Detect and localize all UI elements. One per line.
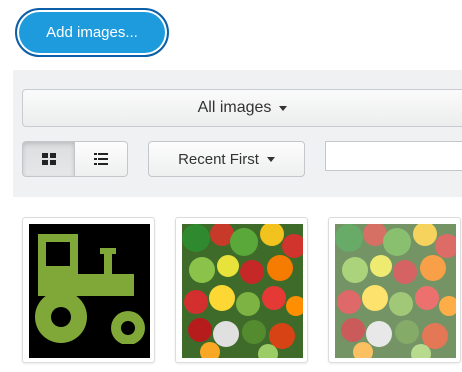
list-icon (94, 153, 108, 165)
sort-dropdown[interactable]: Recent First (148, 141, 305, 177)
image-thumbnail[interactable] (175, 217, 308, 363)
list-view-button[interactable] (75, 141, 128, 177)
view-mode-toggle (22, 141, 128, 177)
vegetables-faded-image (335, 224, 456, 358)
all-images-dropdown[interactable]: All images (22, 89, 462, 127)
search-input[interactable] (325, 141, 462, 171)
add-images-button[interactable]: Add images... (15, 8, 169, 57)
tractor-image (29, 224, 150, 358)
vegetables-image (182, 224, 303, 358)
all-images-label: All images (197, 99, 272, 116)
grid-view-button[interactable] (22, 141, 75, 177)
image-thumbnail[interactable] (22, 217, 155, 363)
chevron-down-icon (266, 156, 275, 162)
sort-label: Recent First (178, 150, 259, 168)
grid-icon (41, 153, 56, 165)
chevron-down-icon (279, 105, 288, 111)
add-images-label: Add images... (46, 24, 138, 41)
image-thumbnail[interactable] (328, 217, 461, 363)
